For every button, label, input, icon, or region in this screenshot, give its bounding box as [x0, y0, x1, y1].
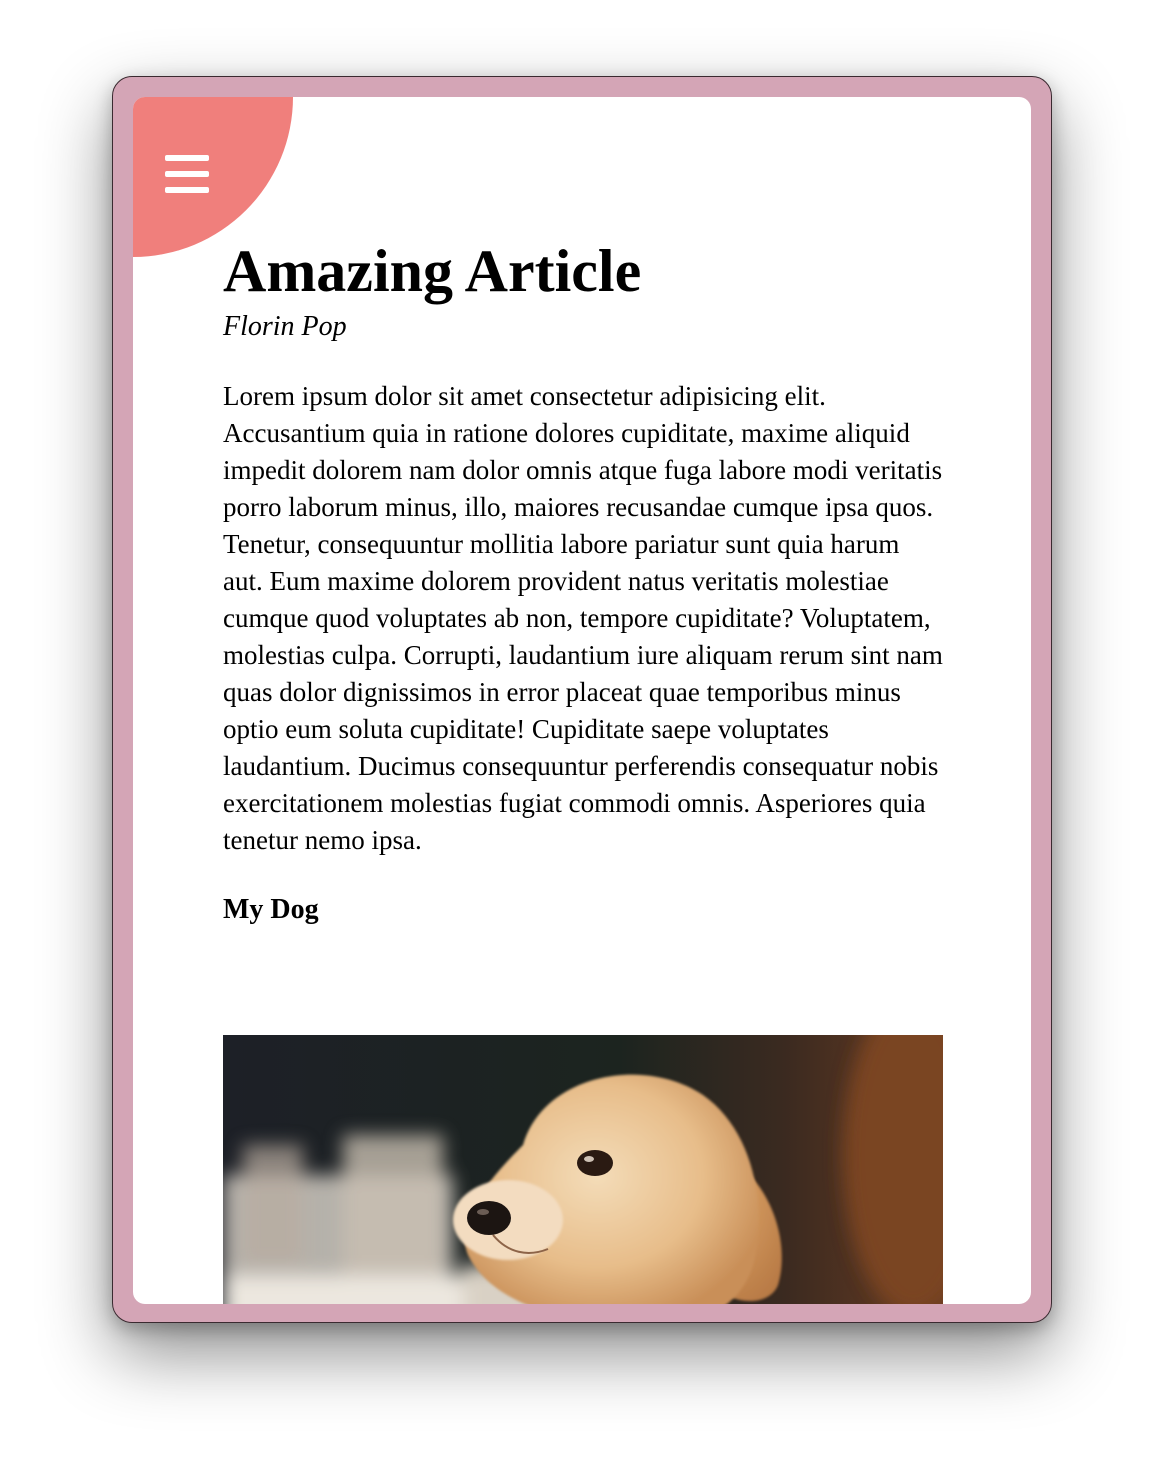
article-author: Florin Pop: [223, 311, 347, 342]
menu-bar-middle: [165, 171, 209, 177]
app-window: Amazing Article Florin Pop Lorem ipsum d…: [112, 76, 1052, 1323]
article-title: Amazing Article: [223, 238, 642, 304]
article-page: Amazing Article Florin Pop Lorem ipsum d…: [133, 97, 1031, 1304]
article-content: Amazing Article Florin Pop Lorem ipsum d…: [223, 237, 943, 926]
menu-bar-top: [165, 155, 209, 161]
dog-image: [223, 1035, 943, 1304]
hamburger-menu-icon[interactable]: [165, 155, 209, 195]
menu-circle-background: [133, 97, 293, 257]
dog-photo: [223, 1035, 943, 1304]
menu-bar-bottom: [165, 187, 209, 193]
article-body: Lorem ipsum dolor sit amet consectetur a…: [223, 380, 943, 855]
article-subheading: My Dog: [223, 893, 319, 925]
